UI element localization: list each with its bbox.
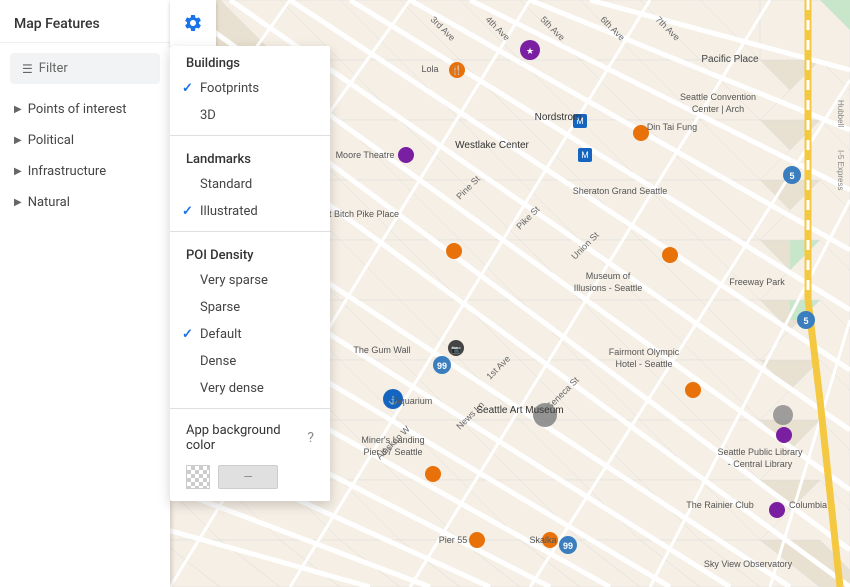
sidebar-item-political[interactable]: ▶ Political [0,125,170,156]
settings-gear-button[interactable] [170,0,216,46]
sidebar: Map Features ☰ Filter ▶ Points of intere… [0,0,170,587]
svg-text:Din Tai Fung: Din Tai Fung [647,122,697,132]
buildings-section-header: Buildings [170,46,330,75]
sidebar-title: Map Features [0,0,170,43]
sparse-label: Sparse [200,300,240,315]
sidebar-item-label: Political [28,133,74,148]
chevron-right-icon: ▶ [14,197,22,208]
checkerboard-icon [186,465,210,489]
sidebar-item-infrastructure[interactable]: ▶ Infrastructure [0,156,170,187]
svg-text:Pacific Place: Pacific Place [701,54,759,65]
map-features-dropdown: Buildings Footprints 3D Landmarks Standa… [170,46,330,501]
svg-text:Seattle Convention: Seattle Convention [680,92,756,102]
svg-text:Center | Arch: Center | Arch [692,104,744,114]
svg-text:Illusions - Seattle: Illusions - Seattle [574,283,643,293]
svg-text:Lola: Lola [421,64,438,74]
landmarks-section-header: Landmarks [170,142,330,171]
section-divider-3 [170,408,330,409]
svg-text:🍴: 🍴 [451,64,462,76]
sidebar-item-label: Infrastructure [28,164,106,179]
svg-text:99: 99 [563,541,573,551]
svg-text:Skalka: Skalka [529,535,556,545]
svg-text:- Central Library: - Central Library [728,459,793,469]
svg-text:Hubbell: Hubbell [836,100,845,127]
app-bg-color-row: App background color ? [170,415,330,457]
dense-label: Dense [200,354,236,369]
very-sparse-label: Very sparse [200,273,268,288]
dense-option[interactable]: Dense [170,348,330,375]
svg-text:The Rainier Club: The Rainier Club [686,500,754,510]
svg-text:Nordstrom: Nordstrom [535,112,582,123]
svg-text:Freeway Park: Freeway Park [729,277,785,287]
filter-label: Filter [39,61,68,76]
svg-text:M: M [581,150,589,160]
default-label: Default [200,327,242,342]
sidebar-item-label: Points of interest [28,102,127,117]
svg-text:Aquarium: Aquarium [394,396,433,406]
sidebar-item-natural[interactable]: ▶ Natural [0,187,170,218]
svg-text:Moore Theatre: Moore Theatre [336,150,395,160]
section-divider-1 [170,135,330,136]
footprints-option[interactable]: Footprints [170,75,330,102]
svg-text:Fairmont Olympic: Fairmont Olympic [609,347,680,357]
sidebar-item-poi[interactable]: ▶ Points of interest [0,94,170,125]
sidebar-item-label: Natural [28,195,70,210]
svg-text:99: 99 [437,361,447,371]
footprints-label: Footprints [200,81,259,96]
svg-text:Pier 55: Pier 55 [439,535,468,545]
color-input[interactable]: — [218,465,278,489]
svg-text:📷: 📷 [451,345,461,354]
svg-text:Seattle Public Library: Seattle Public Library [717,447,803,457]
standard-option[interactable]: Standard [170,171,330,198]
svg-text:Hotel - Seattle: Hotel - Seattle [615,359,672,369]
default-option[interactable]: Default [170,321,330,348]
svg-text:5: 5 [789,171,794,181]
svg-text:Westlake Center: Westlake Center [455,140,529,151]
chevron-right-icon: ▶ [14,135,22,146]
svg-text:Miner's Landing: Miner's Landing [361,435,424,445]
very-dense-label: Very dense [200,381,264,396]
svg-text:Columbia: Columbia [789,500,827,510]
filter-bar[interactable]: ☰ Filter [10,53,160,84]
gear-icon [183,13,203,33]
svg-text:★: ★ [526,46,534,56]
illustrated-option[interactable]: Illustrated [170,198,330,225]
svg-text:Museum of: Museum of [586,271,631,281]
app-bg-color-picker: — [170,457,330,501]
app-bg-color-label: App background color [186,423,303,453]
svg-text:Sheraton Grand Seattle: Sheraton Grand Seattle [573,186,668,196]
svg-text:I-5 Express: I-5 Express [836,150,845,190]
filter-icon: ☰ [22,62,33,76]
help-icon[interactable]: ? [307,430,314,446]
section-divider-2 [170,231,330,232]
svg-text:The Gum Wall: The Gum Wall [353,345,410,355]
chevron-right-icon: ▶ [14,104,22,115]
svg-text:it Bitch Pike Place: it Bitch Pike Place [327,209,399,219]
sparse-option[interactable]: Sparse [170,294,330,321]
svg-text:Pier 57 Seattle: Pier 57 Seattle [363,447,422,457]
3d-option[interactable]: 3D [170,102,330,129]
color-value: — [243,470,252,484]
svg-text:Sky View Observatory: Sky View Observatory [704,559,793,569]
very-sparse-option[interactable]: Very sparse [170,267,330,294]
svg-text:5: 5 [803,316,808,326]
very-dense-option[interactable]: Very dense [170,375,330,402]
3d-label: 3D [200,108,216,123]
poi-density-section-header: POI Density [170,238,330,267]
chevron-right-icon: ▶ [14,166,22,177]
standard-label: Standard [200,177,252,192]
svg-text:Seattle Art Museum: Seattle Art Museum [476,405,563,416]
illustrated-label: Illustrated [200,204,258,219]
